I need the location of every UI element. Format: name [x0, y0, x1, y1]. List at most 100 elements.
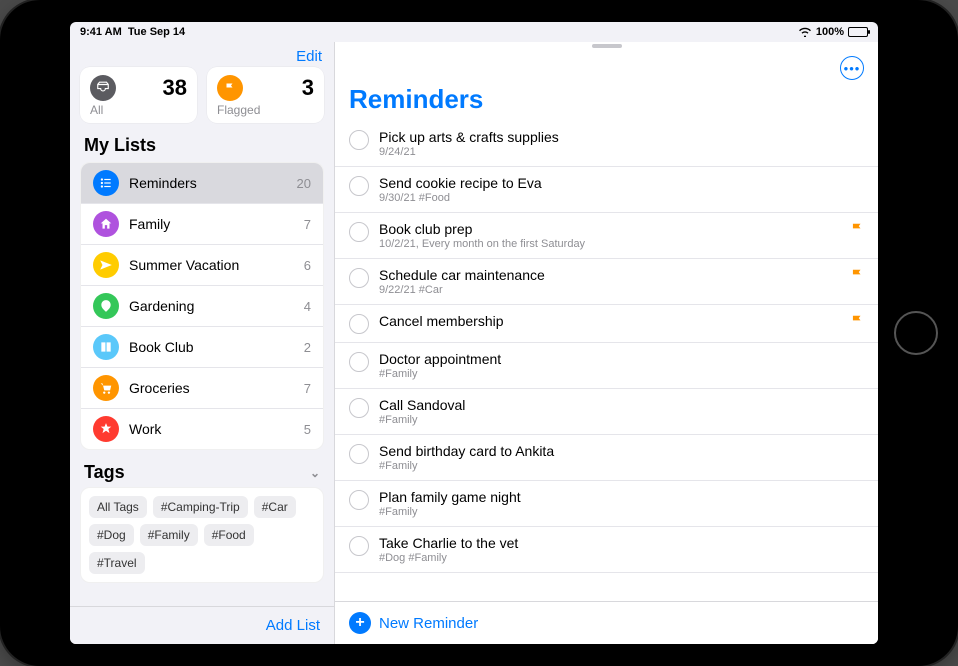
card-all-label: All: [90, 103, 187, 117]
edit-button[interactable]: Edit: [296, 48, 322, 65]
complete-toggle[interactable]: [349, 130, 369, 150]
main-toolbar: •••: [335, 50, 878, 82]
reminder-tags: #Family: [379, 414, 864, 426]
smart-card-all[interactable]: 38 All: [80, 67, 197, 123]
tag-chip[interactable]: #Family: [140, 524, 198, 546]
plus-circle-icon[interactable]: +: [349, 612, 371, 634]
status-time: 9:41 AM: [80, 26, 122, 38]
flag-icon: [850, 268, 864, 286]
tag-chip[interactable]: #Food: [204, 524, 254, 546]
reminder-row[interactable]: Send birthday card to Ankita#Family: [335, 435, 878, 481]
list-count: 6: [304, 258, 311, 273]
reminder-body: Plan family game night#Family: [379, 489, 864, 518]
sidebar-list-item[interactable]: Work 5: [81, 409, 323, 449]
more-button[interactable]: •••: [840, 56, 864, 80]
list-count: 7: [304, 381, 311, 396]
list-icon: [93, 293, 119, 319]
reminder-row[interactable]: Send cookie recipe to Eva9/30/21 #Food: [335, 167, 878, 213]
sidebar-list-item[interactable]: Gardening4: [81, 286, 323, 327]
sidebar: Edit 38 All: [70, 42, 335, 644]
reminder-body: Schedule car maintenance9/22/21 #Car: [379, 267, 840, 296]
reminder-subtitle: 9/30/21 #Food: [379, 192, 864, 204]
reminder-body: Book club prep10/2/21, Every month on th…: [379, 221, 840, 250]
sidebar-list-item[interactable]: Summer Vacation6: [81, 245, 323, 286]
status-bar: 9:41 AM Tue Sep 14 100%: [70, 22, 878, 42]
list-count: 20: [297, 176, 311, 191]
complete-toggle[interactable]: [349, 268, 369, 288]
complete-toggle[interactable]: [349, 352, 369, 372]
list-count: 2: [304, 340, 311, 355]
reminder-row[interactable]: Book club prep10/2/21, Every month on th…: [335, 213, 878, 259]
complete-toggle[interactable]: [349, 536, 369, 556]
reminder-row[interactable]: Plan family game night#Family: [335, 481, 878, 527]
reminder-row[interactable]: Doctor appointment#Family: [335, 343, 878, 389]
page-title: Reminders: [335, 82, 878, 121]
reminder-tags: #Family: [379, 368, 864, 380]
smart-list-cards: 38 All 3 Flagged: [70, 67, 334, 133]
home-button[interactable]: [894, 311, 938, 355]
list-name: Work: [129, 421, 294, 437]
main-panel: ••• Reminders Pick up arts & crafts supp…: [335, 42, 878, 644]
reminder-title: Book club prep: [379, 221, 840, 237]
reminder-body: Call Sandoval#Family: [379, 397, 864, 426]
reminder-title: Pick up arts & crafts supplies: [379, 129, 864, 145]
sidebar-list-item[interactable]: Family7: [81, 204, 323, 245]
list-count: 7: [304, 217, 311, 232]
sidebar-toolbar: Edit: [70, 42, 334, 67]
complete-toggle[interactable]: [349, 176, 369, 196]
reminder-title: Send cookie recipe to Eva: [379, 175, 864, 191]
chevron-down-icon: ⌄: [310, 466, 320, 480]
ipad-device-frame: 9:41 AM Tue Sep 14 100% Edit: [0, 0, 958, 666]
reminder-title: Doctor appointment: [379, 351, 864, 367]
sidebar-list-item[interactable]: Reminders 20: [81, 163, 323, 204]
wifi-icon: [798, 27, 812, 37]
tag-chip[interactable]: #Camping-Trip: [153, 496, 248, 518]
flag-icon: [850, 314, 864, 332]
tags-header-row[interactable]: Tags ⌄: [70, 450, 334, 487]
list-name: Groceries: [129, 380, 294, 396]
reminder-subtitle: 10/2/21, Every month on the first Saturd…: [379, 238, 840, 250]
reminder-row[interactable]: Schedule car maintenance9/22/21 #Car: [335, 259, 878, 305]
list-count: 5: [304, 422, 311, 437]
reminder-body: Doctor appointment#Family: [379, 351, 864, 380]
card-flagged-label: Flagged: [217, 103, 314, 117]
list-icon: [93, 375, 119, 401]
reminder-row[interactable]: Call Sandoval#Family: [335, 389, 878, 435]
reminder-title: Take Charlie to the vet: [379, 535, 864, 551]
tag-chip[interactable]: #Car: [254, 496, 296, 518]
my-lists-header: My Lists: [70, 133, 334, 162]
complete-toggle[interactable]: [349, 444, 369, 464]
reminder-row[interactable]: Cancel membership: [335, 305, 878, 343]
reminder-body: Take Charlie to the vet#Dog #Family: [379, 535, 864, 564]
list-icon: [93, 252, 119, 278]
reminder-title: Call Sandoval: [379, 397, 864, 413]
complete-toggle[interactable]: [349, 398, 369, 418]
add-list-button[interactable]: Add List: [266, 617, 320, 634]
new-reminder-button[interactable]: New Reminder: [379, 615, 478, 632]
smart-card-flagged[interactable]: 3 Flagged: [207, 67, 324, 123]
sidebar-list-item[interactable]: Groceries 7: [81, 368, 323, 409]
sidebar-bottom-bar: Add List: [70, 606, 334, 644]
complete-toggle[interactable]: [349, 314, 369, 334]
list-icon: [93, 170, 119, 196]
card-all-count: 38: [163, 75, 187, 101]
tag-chip[interactable]: #Dog: [89, 524, 134, 546]
reminder-row[interactable]: Take Charlie to the vet#Dog #Family: [335, 527, 878, 573]
list-count: 4: [304, 299, 311, 314]
tag-chip[interactable]: All Tags: [89, 496, 147, 518]
reminder-body: Send birthday card to Ankita#Family: [379, 443, 864, 472]
multitask-handle[interactable]: [592, 44, 622, 48]
list-name: Reminders: [129, 175, 287, 191]
status-date: Tue Sep 14: [128, 26, 185, 38]
complete-toggle[interactable]: [349, 222, 369, 242]
reminder-tags: #Dog #Family: [379, 552, 864, 564]
reminder-row[interactable]: Pick up arts & crafts supplies9/24/21: [335, 121, 878, 167]
sidebar-list-item[interactable]: Book Club2: [81, 327, 323, 368]
battery-percent: 100%: [816, 26, 844, 38]
reminder-title: Schedule car maintenance: [379, 267, 840, 283]
reminders-list[interactable]: Pick up arts & crafts supplies9/24/21Sen…: [335, 121, 878, 601]
list-icon: [93, 416, 119, 442]
tag-chip[interactable]: #Travel: [89, 552, 145, 574]
complete-toggle[interactable]: [349, 490, 369, 510]
inbox-icon: [90, 75, 116, 101]
